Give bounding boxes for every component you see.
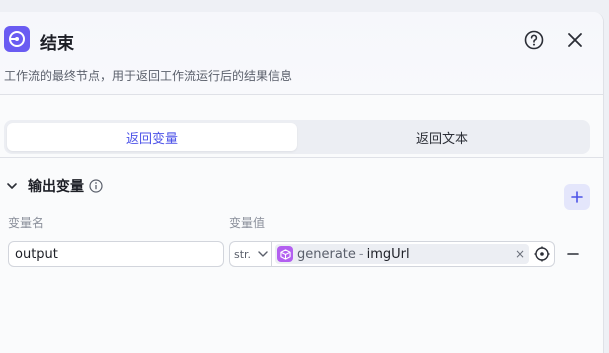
info-icon[interactable] xyxy=(89,179,104,194)
clear-reference-button[interactable]: × xyxy=(515,247,525,261)
variable-name-input[interactable] xyxy=(8,241,224,267)
variable-type-select[interactable]: str. xyxy=(229,241,271,267)
plus-icon xyxy=(571,191,583,203)
section-title: 输出变量 xyxy=(28,179,84,195)
variable-reference-tag[interactable]: generate - imgUrl × xyxy=(275,244,529,264)
chevron-down-icon xyxy=(7,183,17,189)
panel-header: 结束 工作流的最终节点，用于返回工作流运行后的结果信息 xyxy=(0,12,603,94)
minus-icon xyxy=(567,253,579,255)
close-button[interactable] xyxy=(563,28,587,52)
target-icon xyxy=(534,246,550,262)
end-node-panel: 结束 工作流的最终节点，用于返回工作流运行后的结果信息 返回变量 返回文本 输出… xyxy=(0,12,604,353)
node-title: 结束 xyxy=(40,34,74,54)
cube-icon xyxy=(277,246,293,262)
node-description: 工作流的最终节点，用于返回工作流运行后的结果信息 xyxy=(4,69,293,83)
reference-separator: - xyxy=(358,246,364,262)
variable-picker-button[interactable] xyxy=(532,244,552,264)
collapse-toggle[interactable] xyxy=(4,178,20,194)
reference-variable-name: imgUrl xyxy=(366,246,410,262)
output-section-header: 输出变量 xyxy=(4,174,594,198)
reference-node-name: generate xyxy=(297,246,356,262)
chevron-down-icon xyxy=(258,251,268,257)
tab-return-variables[interactable]: 返回变量 xyxy=(7,123,297,151)
question-circle-icon xyxy=(524,30,544,50)
column-label-name: 变量名 xyxy=(8,216,45,230)
tabs-divider xyxy=(0,157,603,158)
column-label-value: 变量值 xyxy=(229,216,266,230)
add-variable-button[interactable] xyxy=(564,184,590,210)
tab-return-text[interactable]: 返回文本 xyxy=(297,123,587,151)
remove-variable-button[interactable] xyxy=(563,244,583,264)
type-value: str. xyxy=(234,247,252,261)
header-divider xyxy=(0,94,603,95)
variable-value-field[interactable]: generate - imgUrl × xyxy=(271,241,555,267)
end-node-icon xyxy=(4,26,30,52)
close-icon xyxy=(568,33,582,47)
help-button[interactable] xyxy=(522,28,546,52)
output-mode-tabs: 返回变量 返回文本 xyxy=(4,120,590,154)
